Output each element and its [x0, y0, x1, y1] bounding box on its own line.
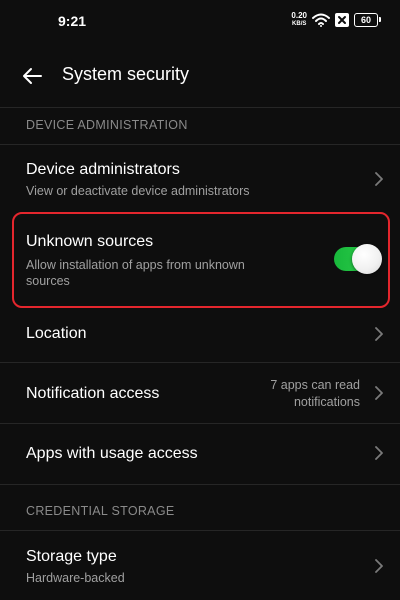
row-value-line2: notifications	[293, 395, 360, 409]
row-notification-access[interactable]: Notification access 7 apps can read noti…	[0, 363, 400, 423]
back-arrow-icon[interactable]	[20, 64, 44, 88]
row-apps-with-usage-access[interactable]: Apps with usage access	[0, 424, 400, 482]
divider	[0, 107, 400, 108]
row-title: Device administrators	[26, 161, 180, 178]
toggle-knob	[352, 244, 382, 274]
section-header-credential-storage: CREDENTIAL STORAGE	[26, 504, 175, 518]
network-speed-value: 0.20	[291, 11, 307, 20]
system-security-screen: 9:21 0.20 KB/S 60 System security DEVICE…	[0, 0, 400, 600]
battery-indicator: 60	[354, 13, 381, 27]
chevron-right-icon	[375, 559, 383, 573]
blocked-app-icon	[335, 13, 349, 27]
row-title: Unknown sources	[26, 233, 154, 250]
row-subtitle-line2: sources	[26, 274, 70, 288]
row-value-line1: 7 apps can read	[270, 378, 360, 392]
row-title: Storage type	[26, 548, 117, 565]
row-title: Notification access	[26, 385, 160, 402]
status-bar: 9:21 0.20 KB/S 60	[0, 0, 400, 44]
chevron-right-icon	[375, 386, 383, 400]
page-title: System security	[62, 64, 190, 84]
row-location[interactable]: Location	[0, 308, 400, 360]
status-time: 9:21	[58, 13, 87, 29]
chevron-right-icon	[375, 327, 383, 341]
unknown-sources-toggle[interactable]	[334, 244, 382, 274]
row-subtitle-line1: Allow installation of apps from unknown	[26, 258, 245, 272]
status-icons: 0.20 KB/S 60	[291, 12, 381, 28]
section-header-device-administration: DEVICE ADMINISTRATION	[26, 118, 188, 132]
network-speed: 0.20 KB/S	[291, 12, 307, 28]
divider	[0, 484, 400, 485]
network-speed-unit: KB/S	[292, 21, 307, 27]
wifi-icon	[312, 13, 330, 27]
chevron-right-icon	[375, 446, 383, 460]
row-title: Apps with usage access	[26, 445, 198, 462]
row-subtitle: View or deactivate device administrators	[26, 184, 250, 198]
row-title: Location	[26, 325, 87, 342]
row-device-administrators[interactable]: Device administrators View or deactivate…	[0, 145, 400, 208]
toolbar: System security	[0, 50, 400, 102]
row-subtitle: Hardware-backed	[26, 571, 125, 585]
row-storage-type[interactable]: Storage type Hardware-backed	[0, 531, 400, 600]
chevron-right-icon	[375, 172, 383, 186]
